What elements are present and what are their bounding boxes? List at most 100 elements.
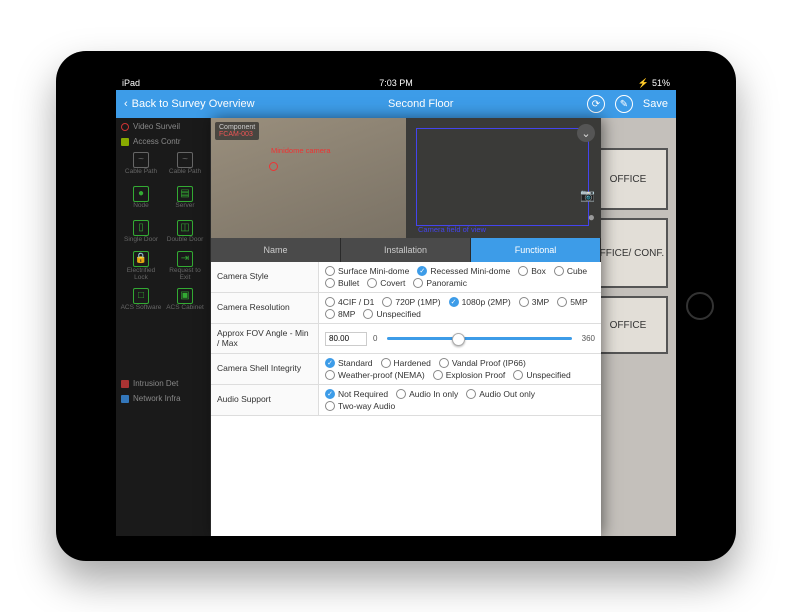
- radio-icon: [417, 266, 427, 276]
- sidebar-item-label: Electrified Lock: [120, 268, 162, 281]
- option-label: 4CIF / D1: [338, 297, 374, 307]
- radio-option[interactable]: 8MP: [325, 309, 355, 319]
- camera-preview-right[interactable]: Camera field of view 📷 ●: [406, 118, 601, 238]
- radio-option[interactable]: Audio In only: [396, 389, 458, 399]
- form-label: Approx FOV Angle - Min / Max: [211, 324, 319, 353]
- server-icon: ▤: [177, 186, 193, 202]
- main-canvas[interactable]: OFFICE OFFICE/ CONF. OFFICE Component FC…: [211, 118, 676, 536]
- radio-option[interactable]: Two-way Audio: [325, 401, 395, 411]
- radio-option[interactable]: Vandal Proof (IP66): [439, 358, 526, 368]
- sidebar-cat-label: Intrusion Det: [133, 379, 178, 388]
- fov-input[interactable]: [325, 332, 367, 346]
- sidebar-item[interactable]: ~Cable Path: [164, 148, 206, 180]
- radio-option[interactable]: Unspecified: [363, 309, 420, 319]
- tab-name[interactable]: Name: [211, 238, 341, 262]
- exit-icon: ⇥: [177, 251, 193, 267]
- sidebar-item[interactable]: 🔒Electrified Lock: [120, 250, 162, 282]
- option-label: Vandal Proof (IP66): [452, 358, 526, 368]
- sidebar-cat-network[interactable]: Network Infra: [116, 390, 210, 405]
- radio-icon: [466, 389, 476, 399]
- radio-icon: [396, 389, 406, 399]
- camera-icon[interactable]: ●: [588, 210, 595, 224]
- sidebar-cat-label: Video Surveil: [133, 122, 180, 131]
- radio-option[interactable]: Hardened: [381, 358, 431, 368]
- radio-option[interactable]: Unspecified: [513, 370, 570, 380]
- sidebar-cat-intrusion[interactable]: Intrusion Det: [116, 375, 210, 390]
- door-icon: ▯: [133, 220, 149, 236]
- form-options: 0360: [319, 324, 601, 353]
- option-label: Weather-proof (NEMA): [338, 370, 425, 380]
- radio-option[interactable]: Standard: [325, 358, 373, 368]
- radio-option[interactable]: 720P (1MP): [382, 297, 440, 307]
- radio-icon: [363, 309, 373, 319]
- radio-option[interactable]: 5MP: [557, 297, 587, 307]
- sync-icon[interactable]: ⟳: [587, 95, 605, 113]
- sidebar-item[interactable]: ◫Double Door: [164, 216, 206, 248]
- option-label: Box: [531, 266, 546, 276]
- sidebar-item[interactable]: ▤Server: [164, 182, 206, 214]
- fov-label: Camera field of view: [418, 225, 486, 234]
- camera-icon[interactable]: 📷: [580, 188, 595, 202]
- form-row: Approx FOV Angle - Min / Max0360: [211, 324, 601, 354]
- radio-option[interactable]: 3MP: [519, 297, 549, 307]
- option-label: Audio Out only: [479, 389, 535, 399]
- radio-option[interactable]: Explosion Proof: [433, 370, 506, 380]
- sidebar-item[interactable]: ●Node: [120, 182, 162, 214]
- option-label: Recessed Mini-dome: [430, 266, 510, 276]
- sidebar-item-label: Cable Path: [125, 169, 157, 176]
- radio-icon: [325, 358, 335, 368]
- radio-icon: [554, 266, 564, 276]
- radio-option[interactable]: Recessed Mini-dome: [417, 266, 510, 276]
- room-label: OFFICE: [610, 320, 647, 331]
- battery-pct: 51%: [652, 78, 670, 88]
- option-label: 1080p (2MP): [462, 297, 511, 307]
- radio-option[interactable]: Box: [518, 266, 546, 276]
- minidome-label: Minidome camera: [271, 146, 331, 155]
- radio-option[interactable]: Cube: [554, 266, 587, 276]
- tab-installation[interactable]: Installation: [341, 238, 471, 262]
- radio-option[interactable]: Audio Out only: [466, 389, 535, 399]
- option-label: Covert: [380, 278, 405, 288]
- camera-preview-left[interactable]: Component FCAM-003 Minidome camera: [211, 118, 406, 238]
- form-label: Camera Resolution: [211, 293, 319, 323]
- option-label: Hardened: [394, 358, 431, 368]
- fov-slider[interactable]: [387, 337, 571, 340]
- option-label: Bullet: [338, 278, 359, 288]
- collapse-icon[interactable]: ⌄: [577, 124, 595, 142]
- option-label: Two-way Audio: [338, 401, 395, 411]
- sidebar-item-label: Node: [133, 203, 149, 210]
- sidebar-grid: ~Cable Path ~Cable Path ●Node ▤Server ▯S…: [116, 148, 210, 320]
- sidebar-item[interactable]: ⇥Request to Exit: [164, 250, 206, 282]
- form-row: Camera Resolution 4CIF / D1 720P (1MP) 1080…: [211, 293, 601, 324]
- radio-option[interactable]: Not Required: [325, 389, 388, 399]
- camera-previews: Component FCAM-003 Minidome camera Camer…: [211, 118, 601, 238]
- sidebar-cat-video[interactable]: Video Surveil: [116, 118, 210, 133]
- radio-icon: [325, 309, 335, 319]
- tab-functional[interactable]: Functional: [471, 238, 601, 262]
- sidebar-item-label: Double Door: [167, 237, 204, 244]
- lock-icon: 🔒: [133, 251, 149, 267]
- radio-option[interactable]: Surface Mini-dome: [325, 266, 409, 276]
- sidebar-item[interactable]: ▯Single Door: [120, 216, 162, 248]
- radio-option[interactable]: Covert: [367, 278, 405, 288]
- back-button[interactable]: ‹ Back to Survey Overview: [124, 98, 255, 110]
- radio-option[interactable]: 4CIF / D1: [325, 297, 374, 307]
- radio-option[interactable]: 1080p (2MP): [449, 297, 511, 307]
- camera-marker[interactable]: [269, 162, 278, 171]
- radio-option[interactable]: Panoramic: [413, 278, 467, 288]
- home-button[interactable]: [686, 292, 714, 320]
- save-button[interactable]: Save: [643, 98, 668, 110]
- edit-icon[interactable]: ✎: [615, 95, 633, 113]
- sidebar-item[interactable]: □ACS Software: [120, 284, 162, 316]
- form-options: Standard Hardened Vandal Proof (IP66) Weath…: [319, 354, 601, 384]
- radio-option[interactable]: Weather-proof (NEMA): [325, 370, 425, 380]
- component-tag: Component FCAM-003: [215, 122, 259, 140]
- fov-box[interactable]: [416, 128, 589, 226]
- sidebar-cat-access[interactable]: Access Contr: [116, 133, 210, 148]
- sidebar-item[interactable]: ~Cable Path: [120, 148, 162, 180]
- radio-option[interactable]: Bullet: [325, 278, 359, 288]
- form-label: Camera Style: [211, 262, 319, 292]
- sidebar-item-label: ACS Software: [121, 305, 162, 312]
- sidebar-item[interactable]: ▣ACS Cabinet: [164, 284, 206, 316]
- intr-icon: [121, 380, 129, 388]
